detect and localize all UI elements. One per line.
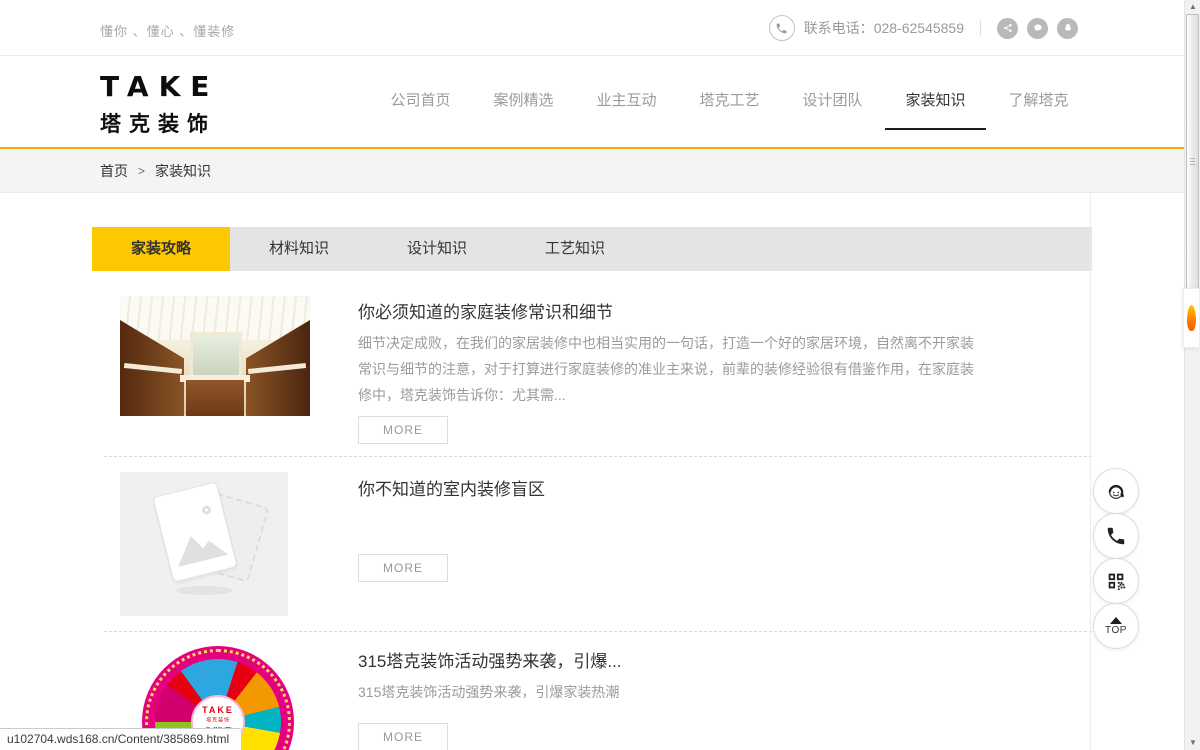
- article-thumb-column: [120, 296, 358, 444]
- browser-scrollbar[interactable]: ▲ ▼: [1184, 0, 1200, 750]
- breadcrumb: 首页 > 家装知识: [0, 149, 1200, 193]
- tab-material[interactable]: 材料知识: [230, 227, 368, 271]
- customer-service-button[interactable]: [1093, 468, 1139, 514]
- phone-icon: [1105, 525, 1127, 547]
- article-text-column: 315塔克装饰活动强势来袭，引爆... 315塔克装饰活动强势来袭，引爆家装热潮…: [358, 642, 1092, 750]
- logo-text-en: TAKE: [100, 70, 219, 103]
- nav-item-team[interactable]: 设计团队: [781, 56, 884, 147]
- headset-icon: [1105, 480, 1127, 502]
- breadcrumb-current[interactable]: 家装知识: [155, 161, 211, 181]
- site-logo[interactable]: TAKE 塔克装饰: [100, 70, 219, 138]
- scrollbar-thumb[interactable]: [1186, 14, 1199, 310]
- share-icon[interactable]: [997, 18, 1018, 39]
- phone-circle-icon: [769, 15, 795, 41]
- scrollbar-down-arrow[interactable]: ▼: [1185, 737, 1200, 749]
- topbar-divider: [980, 20, 981, 36]
- wechat-icon[interactable]: [1027, 18, 1048, 39]
- placeholder-mountain-icon: [171, 528, 228, 567]
- article-row: 你必须知道的家庭装修常识和细节 细节决定成败，在我们的家居装修中也相当实用的一句…: [92, 271, 1092, 456]
- qq-icon[interactable]: [1057, 18, 1078, 39]
- qrcode-button[interactable]: [1093, 558, 1139, 604]
- nav-item-craft[interactable]: 塔克工艺: [678, 56, 781, 147]
- article-thumbnail-placeholder[interactable]: [120, 472, 288, 616]
- nav-item-interaction[interactable]: 业主互动: [575, 56, 678, 147]
- nav-item-about[interactable]: 了解塔克: [987, 56, 1090, 147]
- placeholder-shadow: [176, 586, 232, 595]
- topbar: 懂你 、懂心 、懂装修 联系电话： 028-62545859: [0, 0, 1200, 56]
- more-button[interactable]: MORE: [358, 416, 448, 444]
- flame-icon: [1187, 305, 1196, 331]
- main-content: 家装攻略 材料知识 设计知识 工艺知识 你必须知道的家庭装修常识和细节 细节决定…: [92, 227, 1092, 750]
- article-row: 你不知道的室内装修盲区 MORE: [92, 457, 1092, 631]
- contact-label: 联系电话：: [804, 18, 874, 38]
- nav-item-home[interactable]: 公司首页: [369, 56, 472, 147]
- contact-number: 028-62545859: [874, 20, 964, 36]
- wheel-brand-text: TAKE: [202, 705, 234, 715]
- floating-toolbar: TOP: [1093, 468, 1139, 648]
- article-thumb-column: [120, 470, 358, 616]
- article-excerpt: 315塔克装饰活动强势来袭，引爆家装热潮: [358, 679, 974, 705]
- content-right-edge-line: [1090, 194, 1091, 750]
- site-slogan: 懂你 、懂心 、懂装修: [100, 21, 235, 40]
- article-title[interactable]: 315塔克装饰活动强势来袭，引爆...: [358, 647, 1092, 672]
- back-to-top-button[interactable]: TOP: [1093, 603, 1139, 649]
- placeholder-sun-icon: [201, 505, 212, 516]
- edge-floating-widget[interactable]: [1183, 288, 1200, 348]
- tab-craft[interactable]: 工艺知识: [506, 227, 644, 271]
- article-text-column: 你不知道的室内装修盲区 MORE: [358, 470, 1092, 616]
- tab-design[interactable]: 设计知识: [368, 227, 506, 271]
- wheel-sub-text: 塔克装饰: [206, 715, 230, 723]
- browser-status-bar: u102704.wds168.cn/Content/385869.html: [0, 728, 242, 750]
- article-excerpt: 细节决定成败，在我们的家居装修中也相当实用的一句话，打造一个好的家居环境，自然离…: [358, 330, 974, 408]
- scrollbar-grip: [1190, 158, 1195, 165]
- article-thumbnail-kitchen[interactable]: [120, 296, 310, 416]
- nav-item-knowledge[interactable]: 家装知识: [884, 56, 987, 147]
- article-text-column: 你必须知道的家庭装修常识和细节 细节决定成败，在我们的家居装修中也相当实用的一句…: [358, 296, 1092, 444]
- header: TAKE 塔克装饰 公司首页 案例精选 业主互动 塔克工艺 设计团队 家装知识 …: [0, 56, 1200, 147]
- qrcode-icon: [1105, 570, 1127, 592]
- main-nav: 公司首页 案例精选 业主互动 塔克工艺 设计团队 家装知识 了解塔克: [369, 56, 1090, 147]
- article-title[interactable]: 你不知道的室内装修盲区: [358, 475, 1092, 500]
- up-arrow-icon: [1110, 617, 1122, 624]
- kitchen-island: [186, 380, 244, 416]
- top-label: TOP: [1105, 625, 1127, 636]
- phone-button[interactable]: [1093, 513, 1139, 559]
- nav-item-cases[interactable]: 案例精选: [472, 56, 575, 147]
- category-tabs: 家装攻略 材料知识 设计知识 工艺知识: [92, 227, 1092, 271]
- scrollbar-up-arrow[interactable]: ▲: [1185, 1, 1200, 13]
- tab-home-strategy[interactable]: 家装攻略: [92, 227, 230, 271]
- social-links: [997, 18, 1078, 39]
- logo-text-cn: 塔克装饰: [100, 108, 219, 138]
- breadcrumb-home[interactable]: 首页: [100, 161, 128, 181]
- topbar-right: 联系电话： 028-62545859: [769, 0, 1078, 56]
- breadcrumb-separator: >: [138, 164, 145, 178]
- more-button[interactable]: MORE: [358, 554, 448, 582]
- article-title[interactable]: 你必须知道的家庭装修常识和细节: [358, 298, 1092, 323]
- more-button[interactable]: MORE: [358, 723, 448, 750]
